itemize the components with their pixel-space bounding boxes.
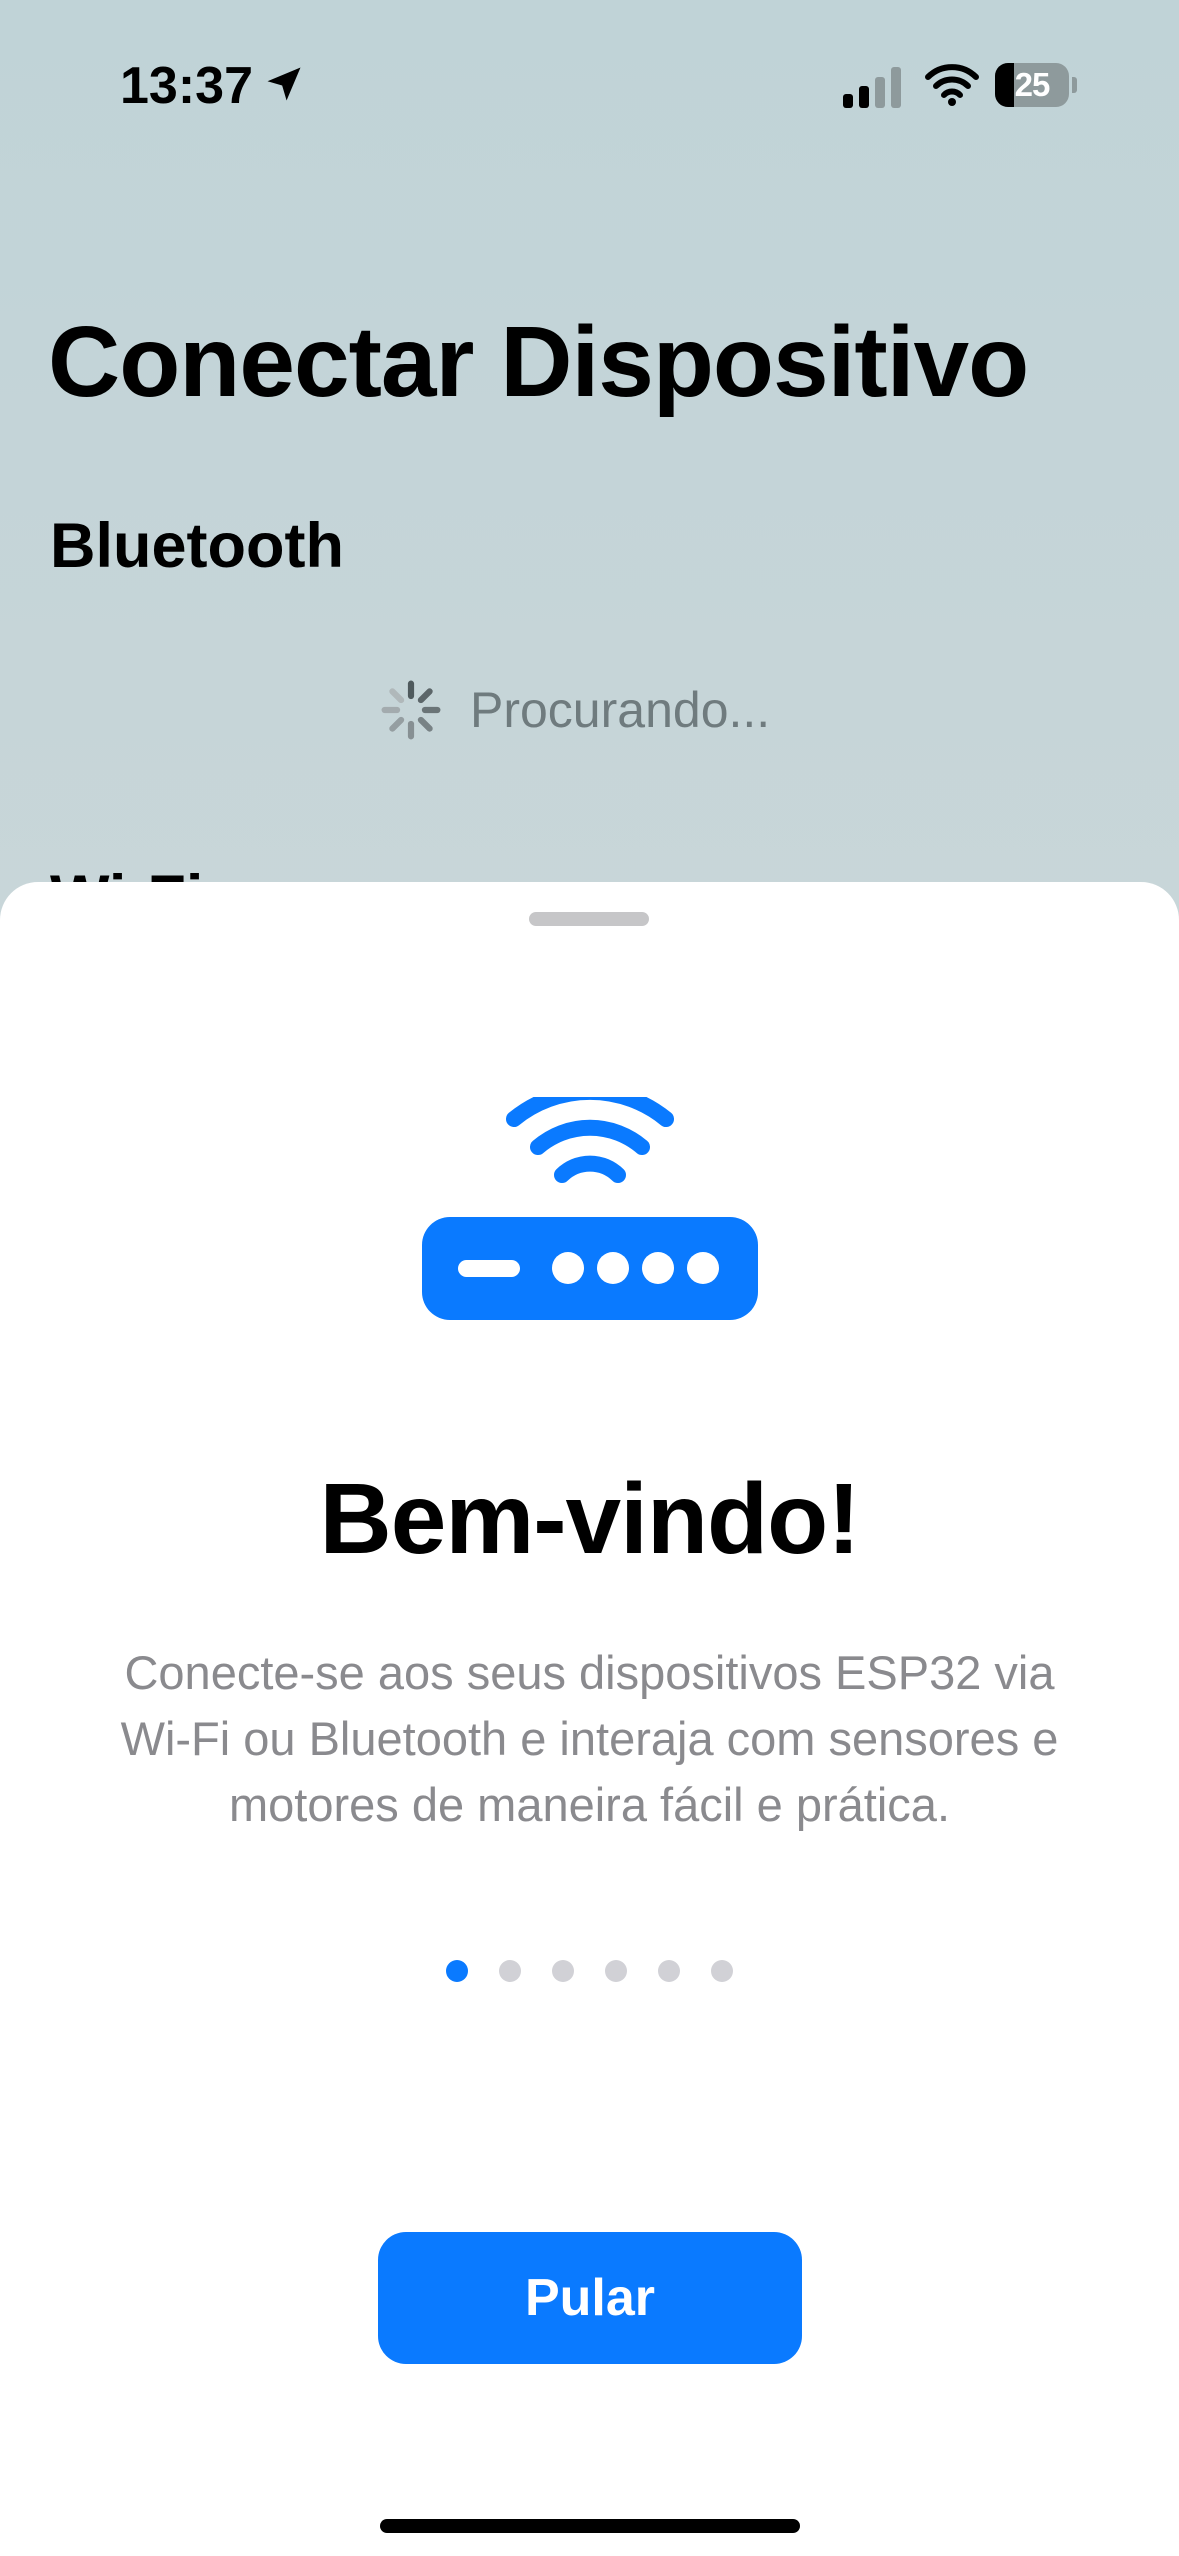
sheet-grabber[interactable] bbox=[529, 912, 649, 926]
welcome-description: Conecte-se aos seus dispositivos ESP32 v… bbox=[120, 1646, 1059, 1831]
status-time: 13:37 bbox=[120, 57, 253, 115]
home-indicator[interactable] bbox=[380, 2519, 800, 2533]
location-arrow-icon bbox=[267, 67, 301, 101]
battery-cap bbox=[1072, 77, 1077, 93]
onboarding-sheet: Bem-vindo! Conecte-se aos seus dispositi… bbox=[0, 882, 1179, 2556]
page-dot-6[interactable] bbox=[711, 1960, 733, 1982]
status-bar: 13:37 25 bbox=[0, 0, 1179, 170]
battery-level: 25 bbox=[1014, 66, 1051, 103]
page-dot-5[interactable] bbox=[658, 1960, 680, 1982]
battery-body: 25 bbox=[995, 63, 1069, 107]
page-title: Conectar Dispositivo bbox=[48, 306, 1029, 418]
bluetooth-section-header: Bluetooth bbox=[50, 511, 344, 581]
page-dot-1[interactable] bbox=[446, 1960, 468, 1982]
skip-button[interactable]: Pular bbox=[378, 2232, 802, 2364]
page-dot-4[interactable] bbox=[605, 1960, 627, 1982]
spinner-icon bbox=[381, 680, 441, 740]
cellular-signal-icon bbox=[843, 67, 901, 108]
page-indicator[interactable] bbox=[446, 1959, 733, 1983]
page-dot-2[interactable] bbox=[499, 1960, 521, 1982]
wifi-signal-icon bbox=[925, 64, 979, 106]
searching-label: Procurando... bbox=[470, 682, 771, 738]
page-dot-3[interactable] bbox=[552, 1960, 574, 1982]
battery-icon: 25 bbox=[995, 63, 1077, 107]
bluetooth-searching-indicator: Procurando... bbox=[380, 675, 770, 745]
welcome-title: Bem-vindo! bbox=[319, 1463, 861, 1575]
wifi-router-icon bbox=[422, 1097, 758, 1320]
